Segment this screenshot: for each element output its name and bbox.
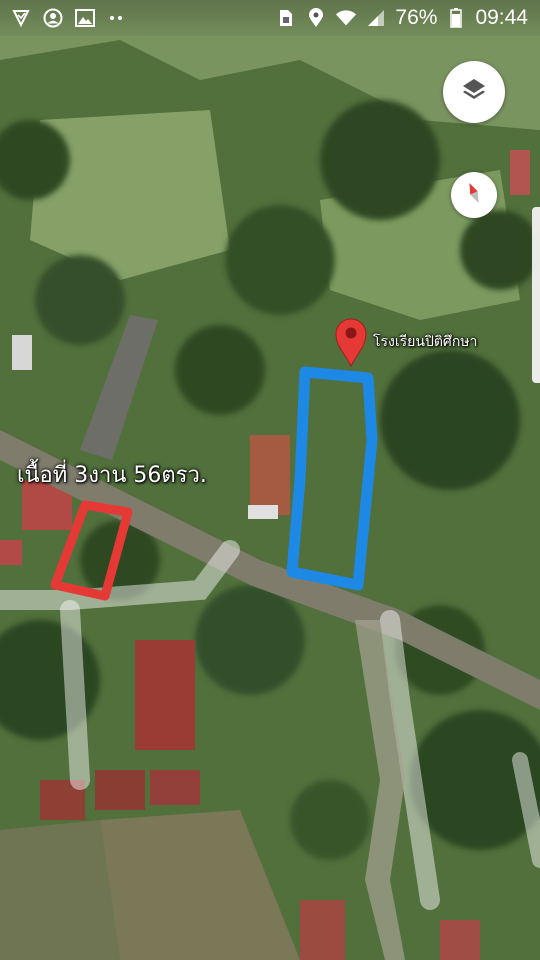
wifi-icon [335,7,357,29]
battery-percent: 76% [395,6,438,29]
signal-icon [365,7,387,29]
clock-time: 09:44 [475,6,528,29]
shield-check-icon [10,7,32,29]
gallery-icon [74,7,96,29]
more-dots-icon [106,7,128,29]
side-panel-handle[interactable] [532,207,540,383]
sim-icon [275,7,297,29]
place-name-label[interactable]: โรงเรียนปิติศึกษา [373,331,477,353]
status-bar: 76% 09:44 [0,0,540,36]
account-circle-icon [42,7,64,29]
battery-icon [445,7,467,29]
location-pin-icon [305,7,327,29]
field-area [0,820,120,960]
compass-icon [461,180,487,210]
layers-icon [460,76,488,108]
layers-button[interactable] [443,61,505,123]
area-annotation-text: เนื้อที่ 3งาน 56ตรว. [17,463,207,488]
compass-button[interactable] [451,172,497,218]
